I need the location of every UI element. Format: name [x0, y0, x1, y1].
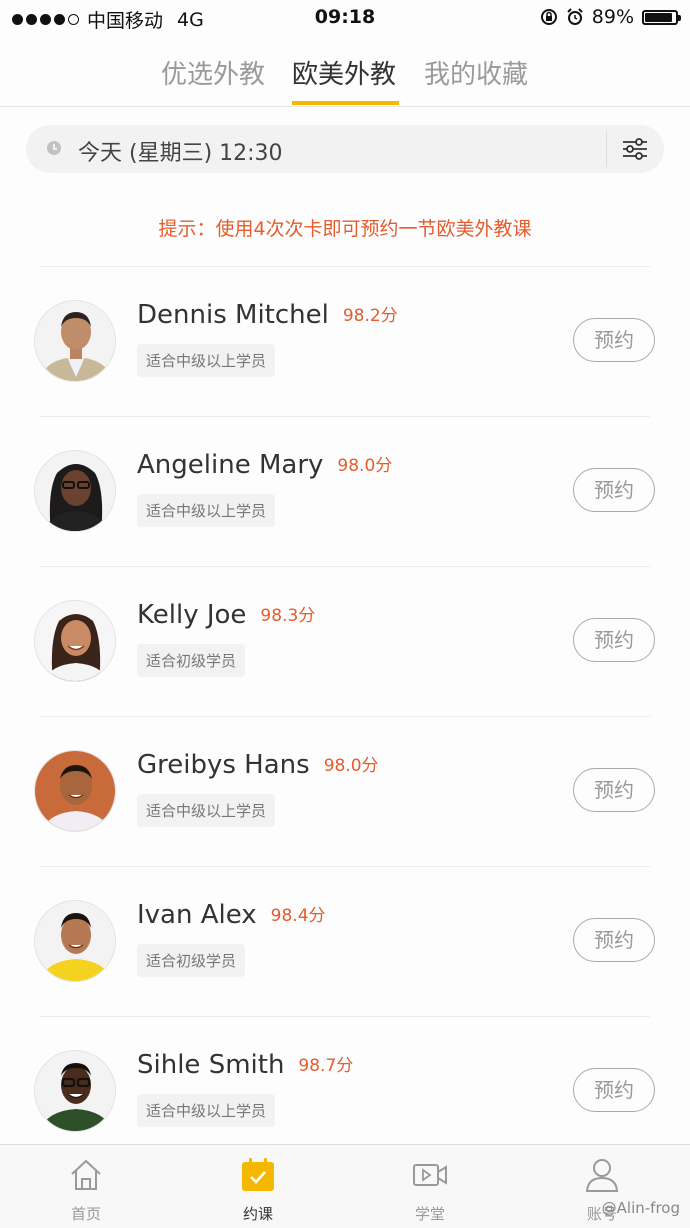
book-button[interactable]: 预约: [573, 1068, 655, 1112]
nav-label: 约课: [242, 1205, 273, 1223]
top-tabs: 优选外教 欧美外教 我的收藏: [0, 40, 690, 107]
teacher-level-tag: 适合初级学员: [137, 944, 246, 977]
teacher-avatar[interactable]: [34, 900, 116, 982]
teacher-score: 98.7分: [298, 1056, 354, 1076]
teacher-level-tag: 适合中级以上学员: [137, 494, 276, 527]
nav-label: 首页: [70, 1205, 101, 1223]
status-bar: 中国移动 4G 09:18 89%: [0, 0, 690, 36]
nav-label: 学堂: [414, 1205, 445, 1223]
filter-settings-icon[interactable]: [621, 137, 649, 161]
book-button[interactable]: 预约: [573, 918, 655, 962]
teacher-row[interactable]: Dennis Mitchel 98.2分 适合中级以上学员 预约: [0, 266, 690, 416]
teacher-row[interactable]: Ivan Alex 98.4分 适合初级学员 预约: [0, 866, 690, 1016]
battery-percent: 89%: [591, 6, 634, 28]
teacher-name: Ivan Alex 98.4分: [137, 900, 326, 930]
alarm-icon: [567, 8, 583, 25]
teacher-avatar[interactable]: [34, 300, 116, 382]
teacher-score: 98.2分: [342, 306, 398, 326]
clock-icon: [47, 141, 61, 155]
teacher-name: Dennis Mitchel 98.2分: [137, 300, 398, 330]
video-icon: [413, 1164, 447, 1186]
teacher-name-text: Angeline Mary: [137, 450, 324, 480]
teacher-score: 98.0分: [337, 456, 393, 476]
row-divider: [40, 1016, 650, 1017]
calendar-icon: [242, 1158, 274, 1191]
row-divider: [40, 716, 650, 717]
row-divider: [40, 266, 650, 267]
watermark: @Alin-frog: [601, 1199, 680, 1217]
time-selector[interactable]: 今天 (星期三) 12:30: [26, 125, 664, 173]
tab-preferred-teachers[interactable]: 优选外教: [161, 54, 265, 91]
teacher-level-tag: 适合初级学员: [137, 644, 246, 677]
book-button[interactable]: 预约: [573, 468, 655, 512]
teacher-score: 98.0分: [323, 756, 379, 776]
user-icon: [585, 1159, 619, 1192]
teacher-level-tag: 适合中级以上学员: [137, 344, 276, 377]
teacher-level-tag: 适合中级以上学员: [137, 1094, 276, 1127]
teacher-name: Angeline Mary 98.0分: [137, 450, 392, 480]
teacher-avatar[interactable]: [34, 450, 116, 532]
row-divider: [40, 416, 650, 417]
book-button[interactable]: 预约: [573, 318, 655, 362]
teacher-name-text: Kelly Joe: [137, 600, 247, 630]
bottom-nav: 首页 约课 学堂 账号: [0, 1144, 690, 1228]
teacher-name-text: Ivan Alex: [137, 900, 257, 930]
battery-icon: [642, 9, 681, 25]
book-button[interactable]: 预约: [573, 618, 655, 662]
tab-my-favorites[interactable]: 我的收藏: [424, 54, 528, 91]
active-tab-indicator: [292, 101, 399, 105]
status-right: 89%: [540, 6, 681, 28]
row-divider: [40, 866, 650, 867]
tab-western-teachers[interactable]: 欧美外教: [292, 54, 396, 91]
nav-home[interactable]: 首页: [0, 1145, 172, 1228]
divider: [606, 131, 607, 167]
teacher-row[interactable]: Greibys Hans 98.0分 适合中级以上学员 预约: [0, 716, 690, 866]
teacher-row[interactable]: Kelly Joe 98.3分 适合初级学员 预约: [0, 566, 690, 716]
rotation-lock-icon: [540, 9, 557, 25]
teacher-avatar[interactable]: [34, 1050, 116, 1132]
teacher-name: Sihle Smith 98.7分: [137, 1050, 353, 1080]
teacher-name-text: Greibys Hans: [137, 750, 310, 780]
teacher-row[interactable]: Angeline Mary 98.0分 适合中级以上学员 预约: [0, 416, 690, 566]
teacher-score: 98.4分: [270, 906, 326, 926]
teacher-name: Greibys Hans 98.0分: [137, 750, 379, 780]
teacher-name: Kelly Joe 98.3分: [137, 600, 315, 630]
booking-tip: 提示：使用4次次卡即可预约一节欧美外教课: [158, 218, 532, 240]
teacher-name-text: Dennis Mitchel: [137, 300, 329, 330]
row-divider: [40, 566, 650, 567]
selected-time: 今天 (星期三) 12:30: [78, 141, 283, 166]
teacher-score: 98.3分: [260, 606, 316, 626]
home-icon: [71, 1159, 101, 1190]
nav-book-class[interactable]: 约课: [172, 1145, 344, 1228]
teacher-avatar[interactable]: [34, 750, 116, 832]
teacher-list: Dennis Mitchel 98.2分 适合中级以上学员 预约 Angeline…: [0, 266, 690, 1166]
teacher-level-tag: 适合中级以上学员: [137, 794, 276, 827]
teacher-name-text: Sihle Smith: [137, 1050, 285, 1080]
teacher-avatar[interactable]: [34, 600, 116, 682]
book-button[interactable]: 预约: [573, 768, 655, 812]
nav-classroom[interactable]: 学堂: [344, 1145, 516, 1228]
